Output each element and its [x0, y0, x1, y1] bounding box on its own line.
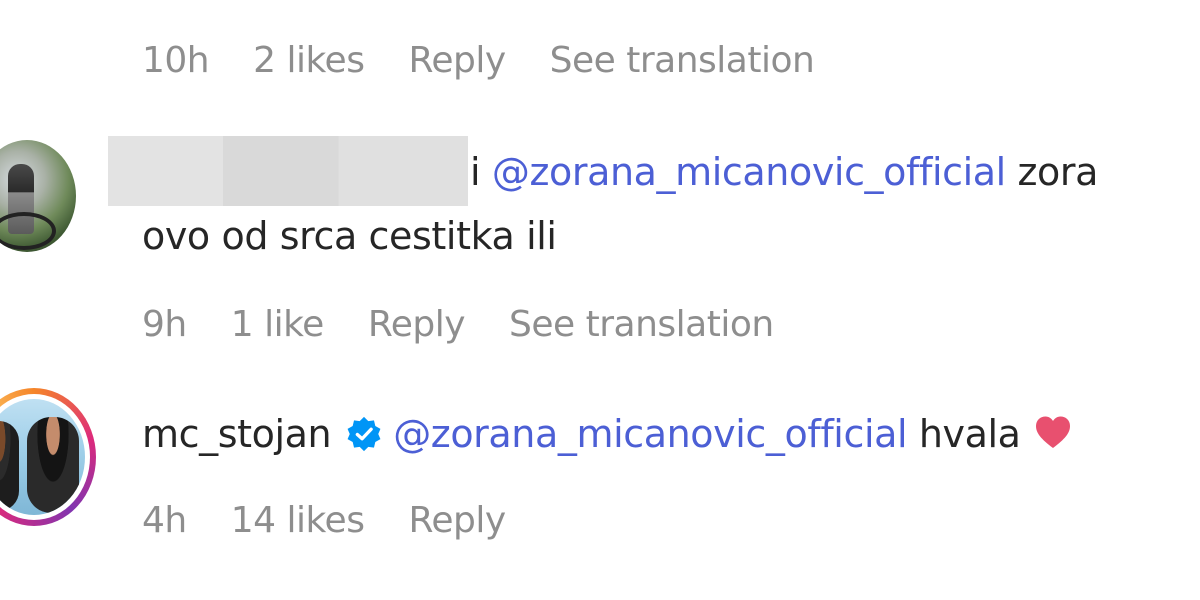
- see-translation-button[interactable]: See translation: [509, 304, 774, 345]
- comment-likes[interactable]: 14 likes: [231, 500, 365, 541]
- comment-text-line: ovo od srca cestitka ili: [142, 214, 557, 258]
- reply-button[interactable]: Reply: [368, 304, 466, 345]
- comment-text: i: [470, 150, 481, 194]
- redacted-username: [108, 136, 468, 206]
- comment-text: zora: [1017, 150, 1099, 194]
- mention-link[interactable]: @zorana_micanovic_official: [492, 150, 1006, 194]
- see-translation-button[interactable]: See translation: [550, 40, 815, 81]
- verified-badge-icon: [347, 416, 381, 452]
- username-link[interactable]: mc_stojan: [142, 412, 332, 456]
- avatar[interactable]: [0, 399, 85, 515]
- story-ring[interactable]: [0, 388, 96, 526]
- mention-link[interactable]: @zorana_micanovic_official: [393, 412, 907, 456]
- comment-timestamp[interactable]: 9h: [142, 304, 187, 345]
- avatar-photo-person: [0, 421, 19, 511]
- avatar[interactable]: [0, 140, 76, 252]
- comment-meta-row: 9h 1 like Reply See translation: [142, 304, 818, 345]
- comment-timestamp[interactable]: 4h: [142, 500, 187, 541]
- comment-text: hvala: [918, 412, 1021, 456]
- comment-text-line: i @zorana_micanovic_official zora: [470, 150, 1098, 194]
- reply-button[interactable]: Reply: [408, 40, 506, 81]
- comment-meta-row: 10h 2 likes Reply See translation: [142, 40, 858, 81]
- comment-meta-row: 4h 14 likes Reply: [142, 500, 550, 541]
- avatar-photo-bike: [0, 212, 56, 250]
- reply-button[interactable]: Reply: [408, 500, 506, 541]
- comment-likes[interactable]: 1 like: [231, 304, 325, 345]
- comment-likes[interactable]: 2 likes: [253, 40, 365, 81]
- heart-emoji-icon: [1035, 416, 1070, 448]
- avatar-photo-person: [27, 417, 79, 513]
- story-ring-inner: [0, 394, 90, 520]
- comment-text-line: mc_stojan @zorana_micanovic_official hva…: [142, 412, 1073, 456]
- comment-timestamp[interactable]: 10h: [142, 40, 210, 81]
